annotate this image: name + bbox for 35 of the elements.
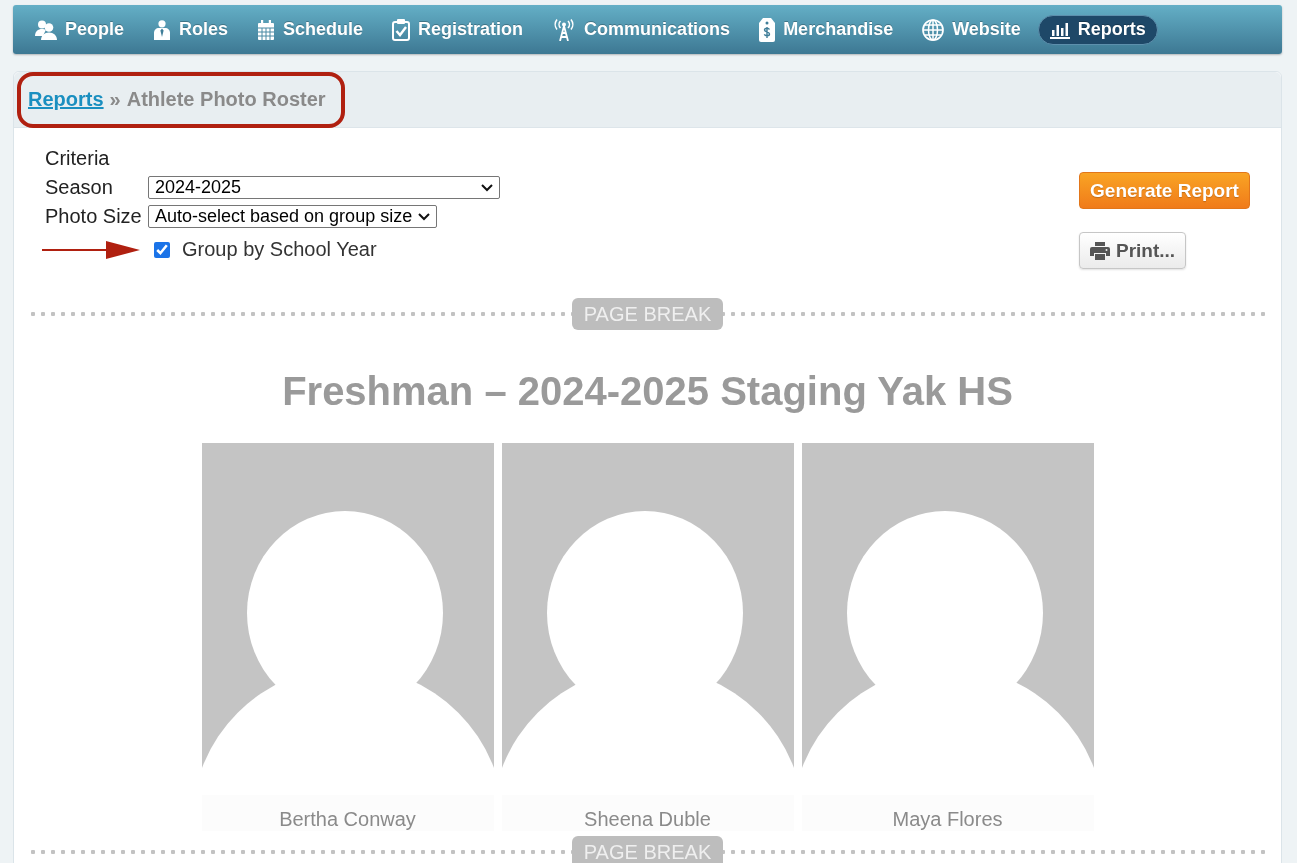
clipboard-check-icon bbox=[392, 18, 411, 41]
criteria-heading: Criteria bbox=[45, 147, 110, 170]
nav-tab[interactable]: Communications bbox=[540, 14, 743, 45]
athlete-name: Maya Flores bbox=[892, 807, 1003, 831]
nav-tab[interactable]: Merchandise bbox=[747, 14, 906, 45]
group-title: Freshman – 2024-2025 Staging Yak HS bbox=[281, 368, 1014, 415]
generate-report-button[interactable]: Generate Report bbox=[1079, 172, 1250, 209]
globe-icon bbox=[922, 18, 945, 41]
chevron-down-icon bbox=[481, 183, 493, 192]
nav-tab[interactable]: Reports bbox=[1037, 14, 1158, 45]
people-icon bbox=[35, 19, 57, 40]
athlete-name: Bertha Conway bbox=[279, 807, 416, 831]
printer-icon bbox=[1090, 241, 1110, 260]
athlete-name: Sheena Duble bbox=[584, 807, 711, 831]
breadcrumb-current: Athlete Photo Roster bbox=[126, 88, 326, 111]
breadcrumb-separator: » bbox=[109, 88, 121, 111]
dropdown-select[interactable]: 2024-2025 bbox=[148, 176, 500, 199]
nav-tab[interactable]: People bbox=[23, 14, 137, 45]
dropdown-select[interactable]: Auto-select based on group size bbox=[148, 205, 438, 228]
checkbox[interactable] bbox=[154, 241, 170, 258]
field-label: Season bbox=[45, 176, 113, 199]
bar-chart-icon bbox=[1049, 20, 1070, 39]
price-tag-icon bbox=[759, 17, 776, 42]
field-label: Photo Size bbox=[45, 205, 142, 228]
person-tie-icon bbox=[153, 19, 172, 40]
nav-tab[interactable]: Website bbox=[910, 14, 1033, 45]
nav-tab[interactable]: Registration bbox=[380, 14, 536, 45]
checkbox-label[interactable]: Group by School Year bbox=[182, 238, 377, 261]
chevron-down-icon bbox=[418, 212, 431, 221]
nav-tab[interactable]: Schedule bbox=[245, 14, 376, 45]
print-button[interactable]: Print... bbox=[1079, 232, 1187, 269]
antenna-icon bbox=[552, 18, 577, 41]
nav-tab[interactable]: Roles bbox=[141, 14, 241, 45]
breadcrumb-link[interactable]: Reports bbox=[28, 88, 104, 111]
calendar-icon bbox=[257, 19, 276, 40]
